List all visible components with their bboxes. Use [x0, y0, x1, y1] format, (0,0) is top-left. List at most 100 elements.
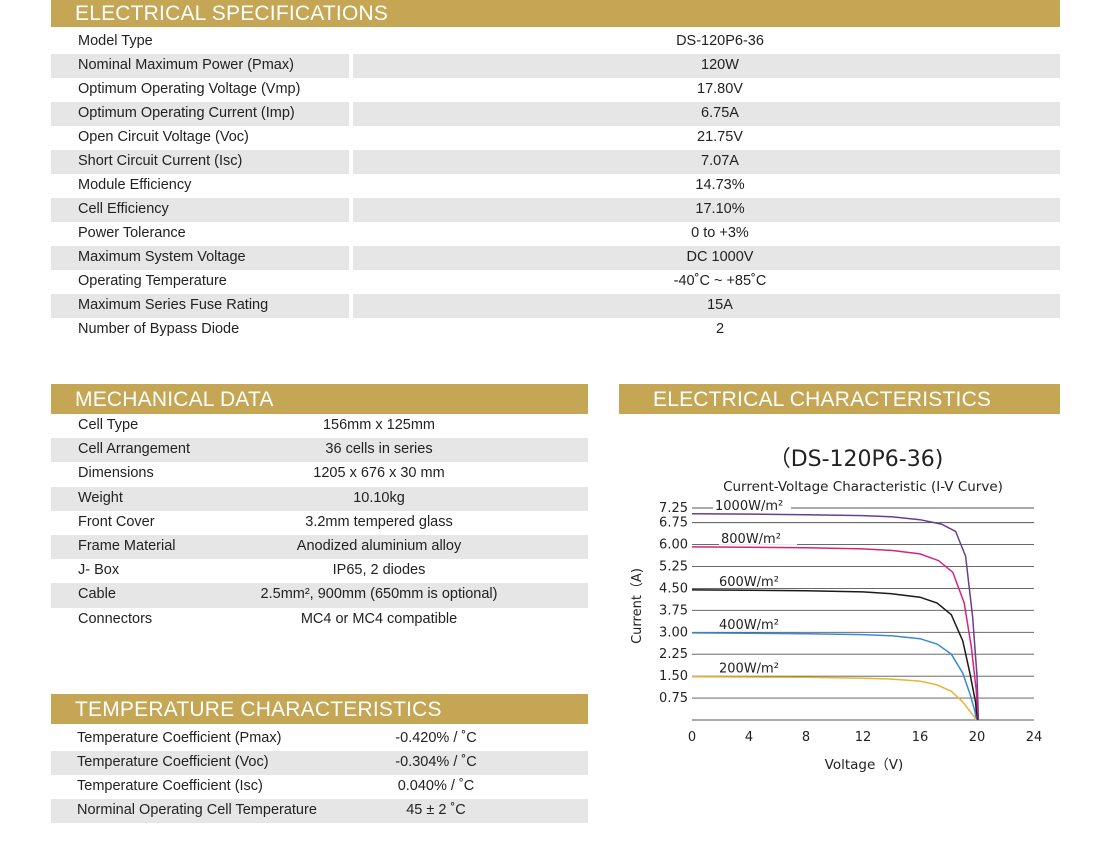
- row-value: 17.10%: [695, 201, 745, 217]
- row-label: Power Tolerance: [78, 225, 186, 241]
- series-line-2: [691, 589, 978, 721]
- y-tick-label: 6.75: [659, 516, 688, 531]
- spec-row: Temperature Coefficient (Isc) 0.040% / ˚C: [51, 775, 588, 799]
- spec-row: Cell Type 156mm x 125mm: [51, 414, 588, 438]
- row-value: 15A: [707, 297, 733, 313]
- spec-row: Operating Temperature -40˚C ~ +85˚C: [51, 270, 1060, 294]
- x-tick-label: 12: [855, 730, 872, 745]
- row-value: 2.5mm², 900mm (650mm is optional): [260, 586, 498, 603]
- row-label: Maximum System Voltage: [78, 249, 246, 265]
- spec-row: Temperature Coefficient (Pmax) -0.420% / …: [51, 727, 588, 751]
- row-label: Front Cover: [78, 513, 155, 530]
- row-label: Short Circuit Current (Isc): [78, 153, 243, 169]
- spec-row: Maximum Series Fuse Rating 15A: [51, 294, 1060, 318]
- row-label: Temperature Coefficient (Voc): [77, 754, 269, 770]
- row-label: Dimensions: [78, 465, 154, 482]
- row-label: Model Type: [78, 33, 153, 49]
- spec-row: Connectors MC4 or MC4 compatible: [51, 608, 588, 632]
- chart-subtitle: Current-Voltage Characteristic (I-V Curv…: [723, 479, 1003, 495]
- y-tick-label: 3.75: [659, 603, 688, 618]
- series-label: 600W/m²: [719, 575, 779, 590]
- spec-row: Short Circuit Current (Isc) 7.07A: [51, 150, 1060, 174]
- spec-row: Cell Arrangement 36 cells in series: [51, 438, 588, 463]
- row-value: 7.07A: [701, 153, 739, 169]
- temperature-header: TEMPERATURE CHARACTERISTICS: [51, 694, 588, 724]
- spec-row: Temperature Coefficient (Voc) -0.304% / ˚…: [51, 751, 588, 775]
- row-value: DC 1000V: [686, 249, 754, 265]
- row-value: -40˚C ~ +85˚C: [673, 273, 767, 289]
- row-value: 156mm x 125mm: [322, 417, 436, 433]
- row-label: Maximum Series Fuse Rating: [78, 297, 269, 313]
- y-tick-label: 5.25: [659, 559, 688, 574]
- temperature-table: Temperature Coefficient (Pmax) -0.420% / …: [51, 727, 588, 827]
- x-tick-label: 16: [912, 730, 929, 745]
- mechanical-data-title: MECHANICAL DATA: [75, 388, 274, 411]
- row-value: 1205 x 676 x 30 mm: [313, 465, 445, 482]
- row-value: MC4 or MC4 compatible: [300, 610, 458, 627]
- y-tick-label: 2.25: [659, 647, 688, 662]
- spec-row: Power Tolerance 0 to +3%: [51, 222, 1060, 246]
- chart-y-axis-label: Current（A): [630, 568, 645, 644]
- row-value: 3.2mm tempered glass: [305, 513, 453, 530]
- iv-curve-chart: （DS-120P6-36) Current-Voltage Characteri…: [630, 447, 1042, 773]
- spec-row: Cell Efficiency 17.10%: [51, 198, 1060, 222]
- row-value: DS-120P6-36: [676, 33, 764, 49]
- row-value: 45 ± 2 ˚C: [406, 802, 466, 818]
- y-tick-label: 3.00: [659, 625, 688, 640]
- row-value: 2: [715, 321, 725, 337]
- spec-row: Dimensions 1205 x 676 x 30 mm: [51, 462, 588, 486]
- row-value: 6.75A: [701, 105, 739, 121]
- electrical-spec-table: Model Type DS-120P6-36 Nominal Maximum Pow…: [51, 30, 1060, 346]
- x-tick-label: 0: [688, 730, 696, 745]
- spec-row: Nominal Maximum Power (Pmax) 120W: [51, 54, 1060, 78]
- row-label: Frame Material: [78, 538, 176, 554]
- electrical-characteristics-title: ELECTRICAL CHARACTERISTICS: [653, 388, 992, 411]
- spec-row: J- Box IP65, 2 diodes: [51, 559, 588, 583]
- spec-row: Frame Material Anodized aluminium alloy: [51, 535, 588, 560]
- spec-row: Model Type DS-120P6-36: [51, 30, 1060, 54]
- spec-row: Cable 2.5mm², 900mm (650mm is optional): [51, 583, 588, 608]
- row-label: Cell Type: [78, 417, 139, 433]
- row-value: 0.040% / ˚C: [397, 778, 475, 794]
- y-tick-label: 4.50: [659, 581, 688, 596]
- spec-row: Optimum Operating Voltage (Vmp) 17.80V: [51, 78, 1060, 102]
- row-label: Optimum Operating Current (Imp): [78, 105, 295, 121]
- spec-row: Number of Bypass Diode 2: [51, 318, 1060, 342]
- electrical-spec-title: ELECTRICAL SPECIFICATIONS: [75, 2, 389, 25]
- row-label: Operating Temperature: [78, 273, 227, 289]
- spec-row: Front Cover 3.2mm tempered glass: [51, 511, 588, 535]
- series-label: 400W/m²: [719, 618, 779, 633]
- spec-row: Open Circuit Voltage (Voc) 21.75V: [51, 126, 1060, 150]
- spec-row: Maximum System Voltage DC 1000V: [51, 246, 1060, 270]
- y-tick-label: 1.50: [659, 669, 688, 684]
- row-value: 21.75V: [697, 129, 743, 145]
- x-tick-label: 4: [745, 730, 753, 745]
- row-label: J- Box: [78, 562, 120, 579]
- electrical-spec-header: ELECTRICAL SPECIFICATIONS: [51, 0, 1060, 27]
- row-value: 14.73%: [695, 177, 745, 193]
- series-label: 1000W/m²: [715, 499, 783, 514]
- spec-row: Module Efficiency 14.73%: [51, 174, 1060, 198]
- row-value: -0.304% / ˚C: [395, 754, 477, 770]
- series-label: 200W/m²: [719, 662, 779, 677]
- row-label: Temperature Coefficient (Pmax): [77, 730, 282, 746]
- row-value: 0 to +3%: [691, 225, 749, 241]
- chart-x-axis-label: Voltage（V): [825, 757, 904, 773]
- y-tick-label: 7.25: [659, 501, 688, 516]
- row-value: -0.420% / ˚C: [395, 730, 477, 746]
- row-label: Module Efficiency: [78, 177, 192, 193]
- electrical-characteristics-header: ELECTRICAL CHARACTERISTICS: [619, 384, 1060, 414]
- chart-title: （DS-120P6-36): [769, 447, 944, 472]
- row-label: Norminal Operating Cell Temperature: [77, 802, 317, 818]
- row-label: Cable: [78, 586, 116, 603]
- row-shade: [51, 486, 588, 511]
- row-value: Anodized aluminium alloy: [296, 538, 462, 554]
- row-label: Connectors: [78, 610, 153, 627]
- x-tick-label: 20: [969, 730, 986, 745]
- spec-row: Norminal Operating Cell Temperature 45 ± …: [51, 799, 588, 823]
- row-label: Nominal Maximum Power (Pmax): [78, 57, 294, 73]
- row-value: 10.10kg: [353, 489, 405, 506]
- row-label: Open Circuit Voltage (Voc): [78, 129, 249, 145]
- row-value: 36 cells in series: [325, 441, 433, 458]
- row-label: Number of Bypass Diode: [78, 321, 240, 337]
